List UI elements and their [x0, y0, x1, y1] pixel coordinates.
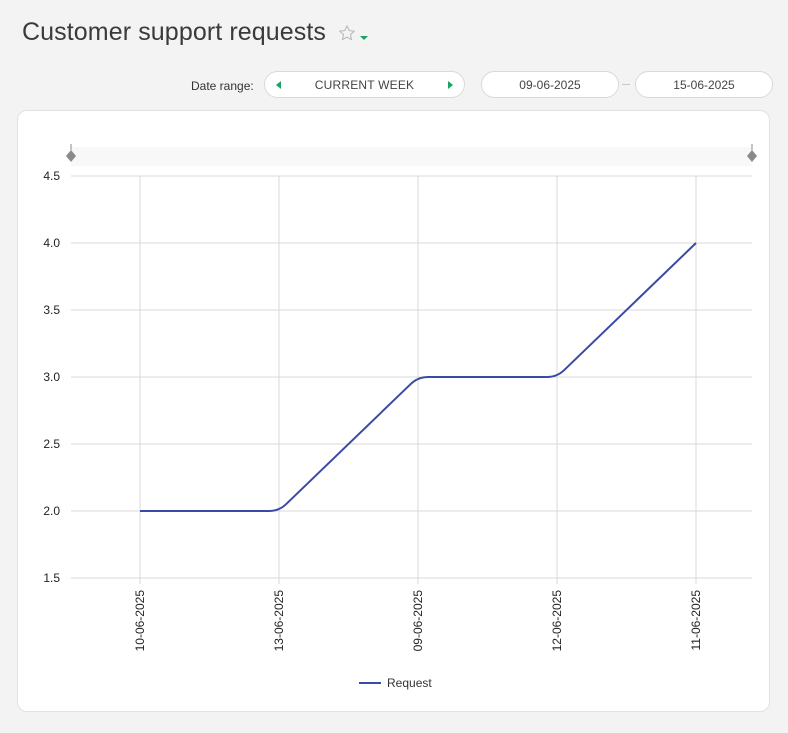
y-tick-label: 2.0: [43, 504, 60, 518]
page-title: Customer support requests: [22, 18, 327, 46]
range-slider-track: [71, 147, 752, 166]
data-point: [693, 240, 699, 246]
date-range-selector[interactable]: CURRENT WEEK: [264, 71, 465, 98]
legend-swatch: [359, 682, 381, 684]
y-tick-label: 3.5: [43, 303, 60, 317]
date-filter-bar: Date range: CURRENT WEEK 09-06-2025 15-0…: [0, 71, 788, 99]
x-tick-label: 09-06-2025: [411, 590, 425, 652]
chevron-down-icon[interactable]: [360, 29, 369, 40]
legend-label: Request: [387, 676, 432, 690]
end-date-field[interactable]: 15-06-2025: [635, 71, 773, 98]
chart-legend[interactable]: Request: [359, 676, 432, 690]
date-range-label: Date range:: [191, 79, 254, 93]
y-tick-label: 3.0: [43, 370, 60, 384]
y-tick-label: 1.5: [43, 571, 60, 585]
x-tick-label: 12-06-2025: [550, 590, 564, 652]
previous-range-button[interactable]: [275, 80, 283, 90]
star-icon[interactable]: [338, 24, 356, 42]
data-point: [137, 508, 143, 514]
y-tick-label: 4.0: [43, 236, 60, 250]
arrow-left-icon: [276, 80, 281, 89]
y-tick-label: 2.5: [43, 437, 60, 451]
arrow-right-icon: [448, 80, 453, 89]
y-tick-label: 4.5: [43, 169, 60, 183]
title-row: Customer support requests: [22, 18, 369, 47]
next-range-button[interactable]: [446, 80, 454, 90]
data-point: [276, 508, 282, 514]
range-value: CURRENT WEEK: [314, 77, 415, 92]
x-tick-label: 10-06-2025: [133, 590, 147, 652]
line-chart: 4.5 4.0 3.5 3.0 2.5 2.0 1.5 10-06-2025 13-06-202…: [43, 144, 757, 652]
date-separator: [622, 84, 630, 85]
start-date-field[interactable]: 09-06-2025: [481, 71, 619, 98]
data-point: [554, 374, 560, 380]
x-tick-label: 13-06-2025: [272, 590, 286, 652]
data-point: [415, 374, 421, 380]
x-tick-label: 11-06-2025: [689, 590, 703, 651]
chart-card: 4.5 4.0 3.5 3.0 2.5 2.0 1.5 10-06-2025 13-06-202…: [17, 110, 770, 712]
